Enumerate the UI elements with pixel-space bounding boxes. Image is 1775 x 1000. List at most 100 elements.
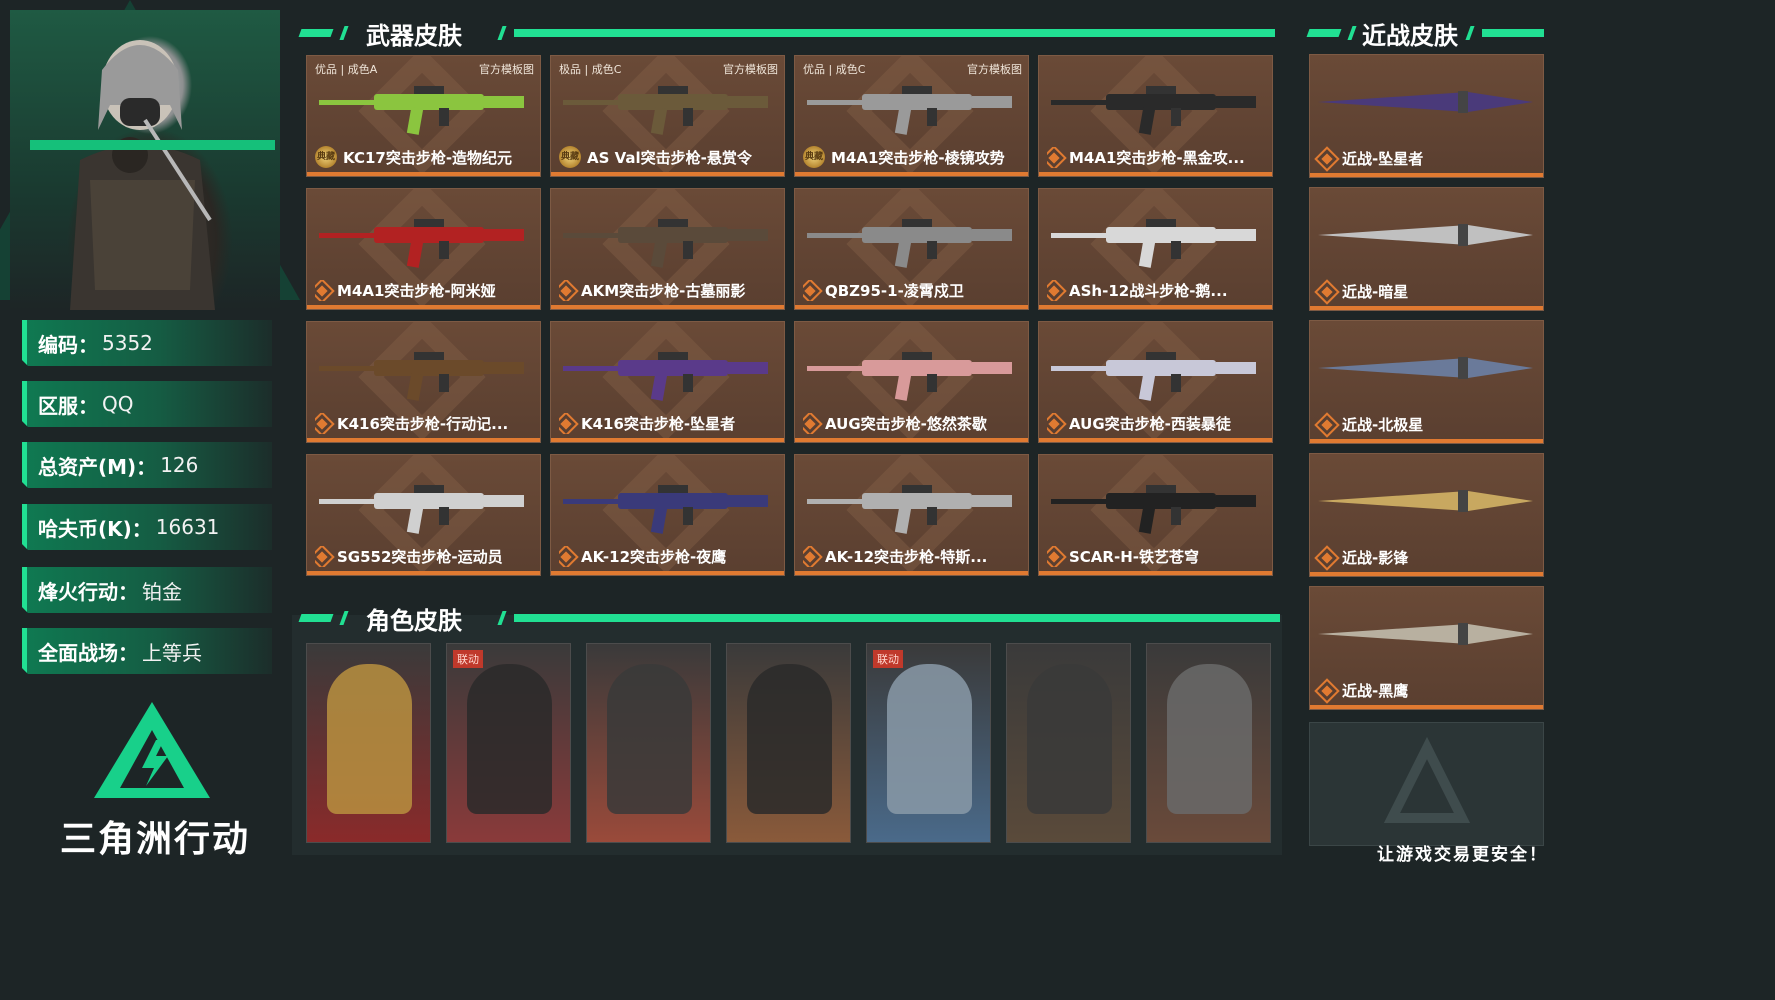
weapon-skin-label: K416突击步枪-坠星者 — [581, 415, 736, 433]
weapon-skin-card[interactable]: AUG突击步枪-悠然茶歇 — [794, 321, 1029, 443]
weapon-skin-label: M4A1突击步枪-阿米娅 — [337, 282, 496, 300]
melee-skin-label: 近战-坠星者 — [1342, 150, 1424, 168]
weapon-skin-label: KC17突击步枪-造物纪元 — [343, 148, 513, 167]
diamond-icon — [1314, 145, 1340, 172]
weapon-skin-name: QBZ95-1-凌霄戍卫 — [803, 280, 1022, 301]
character-skin-card[interactable] — [306, 643, 431, 843]
weapon-skin-card[interactable]: AKM突击步枪-古墓丽影 — [550, 188, 785, 310]
header-accent — [339, 26, 349, 40]
weapon-skin-card[interactable]: 优品 | 成色C 官方模板图 典藏 M4A1突击步枪-棱镜攻势 — [794, 55, 1029, 177]
weapon-skin-card[interactable]: ASh-12战斗步枪-鹅... — [1038, 188, 1273, 310]
weapon-skin-label: M4A1突击步枪-黑金攻... — [1069, 149, 1245, 167]
weapon-skin-card[interactable]: M4A1突击步枪-阿米娅 — [306, 188, 541, 310]
diamond-icon — [559, 413, 579, 434]
operator-figure — [747, 664, 832, 814]
diamond-icon — [1314, 677, 1340, 704]
weapon-skin-card[interactable]: SG552突击步枪-运动员 — [306, 454, 541, 576]
stat-label: 区服： — [38, 393, 98, 418]
weapon-skin-label: K416突击步枪-行动记... — [337, 415, 509, 433]
empty-slot — [1309, 722, 1544, 846]
weapon-skin-label: AS Val突击步枪-悬赏令 — [587, 148, 752, 167]
weapon-skin-name: 典藏 AS Val突击步枪-悬赏令 — [559, 146, 778, 168]
weapon-skin-card[interactable]: 优品 | 成色A 官方模板图 典藏 KC17突击步枪-造物纪元 — [306, 55, 541, 177]
operator-figure — [70, 40, 215, 310]
diamond-icon — [315, 280, 335, 301]
weapon-skin-name: AK-12突击步枪-特斯... — [803, 546, 1022, 567]
weapon-skin-label: AUG突击步枪-西装暴徒 — [1069, 415, 1231, 433]
character-skin-card[interactable]: 联动 — [866, 643, 991, 843]
weapon-skin-card[interactable]: M4A1突击步枪-黑金攻... — [1038, 55, 1273, 177]
slogan: 让游戏交易更安全！ — [1377, 845, 1548, 865]
weapon-skin-label: SCAR-H-铁艺苍穹 — [1069, 548, 1199, 566]
weapon-skin-label: QBZ95-1-凌霄戍卫 — [825, 282, 964, 300]
melee-skin-card[interactable]: 近战-影锋 — [1309, 453, 1544, 577]
stat-value: 16631 — [155, 515, 220, 539]
weapon-skin-label: AK-12突击步枪-夜鹰 — [581, 548, 727, 566]
rifle-icon — [1051, 352, 1256, 401]
delta-watermark-icon — [1383, 736, 1471, 823]
section-title: 武器皮肤 — [366, 21, 462, 50]
rifle-icon — [1051, 485, 1256, 534]
character-skin-card[interactable] — [1006, 643, 1131, 843]
melee-skin-card[interactable]: 近战-黑鹰 — [1309, 586, 1544, 710]
character-skin-card[interactable]: 联动 — [446, 643, 571, 843]
quality-tag: 优品 | 成色C — [803, 63, 866, 76]
section-title: 角色皮肤 — [366, 606, 462, 635]
quality-tag: 极品 | 成色C — [559, 63, 622, 76]
portrait-accent-bar — [30, 140, 275, 150]
header-accent — [497, 611, 507, 625]
weapon-skin-card[interactable]: 极品 | 成色C 官方模板图典藏 AS Val突击步枪-悬赏令 — [550, 55, 785, 177]
quality-tag: 优品 | 成色A — [315, 63, 378, 76]
knife-icon — [1318, 357, 1533, 379]
melee-skins-header: 近战皮肤 — [1306, 18, 1544, 50]
character-skin-card[interactable] — [1146, 643, 1271, 843]
weapon-skin-name: K416突击步枪-行动记... — [315, 413, 534, 434]
section-title: 近战皮肤 — [1362, 21, 1458, 50]
weapon-skin-card[interactable]: K416突击步枪-坠星者 — [550, 321, 785, 443]
operator-portrait — [10, 10, 280, 310]
stat-code: 编码： 5352 — [22, 320, 272, 366]
stat-value: 5352 — [102, 331, 153, 355]
weapon-skin-name: AUG突击步枪-西装暴徒 — [1047, 413, 1266, 434]
weapon-skin-name: M4A1突击步枪-黑金攻... — [1047, 147, 1266, 168]
melee-skin-name: 近战-坠星者 — [1314, 145, 1424, 172]
template-tag: 官方模板图 — [723, 63, 778, 76]
weapon-skin-name: SG552突击步枪-运动员 — [315, 546, 534, 567]
weapon-skin-card[interactable]: AK-12突击步枪-夜鹰 — [550, 454, 785, 576]
rifle-icon — [1051, 219, 1256, 268]
diamond-icon — [1047, 280, 1067, 301]
diamond-icon — [315, 546, 335, 567]
header-accent — [1347, 26, 1357, 40]
collection-badge-icon: 典藏 — [803, 146, 825, 168]
delta-force-logo-icon — [94, 702, 210, 798]
weapon-skin-card[interactable]: AK-12突击步枪-特斯... — [794, 454, 1029, 576]
character-skin-card[interactable] — [726, 643, 851, 843]
diamond-icon — [1047, 147, 1067, 168]
diamond-icon — [1314, 544, 1340, 571]
weapon-skin-name: SCAR-H-铁艺苍穹 — [1047, 546, 1266, 567]
character-skin-row: 联动 联动 — [306, 643, 1271, 843]
weapon-skin-card[interactable]: K416突击步枪-行动记... — [306, 321, 541, 443]
melee-skin-label: 近战-黑鹰 — [1342, 682, 1409, 700]
weapon-skin-label: AKM突击步枪-古墓丽影 — [581, 282, 746, 300]
diamond-icon — [1314, 411, 1340, 438]
weapon-skin-card[interactable]: QBZ95-1-凌霄戍卫 — [794, 188, 1029, 310]
stat-server: 区服： QQ — [22, 381, 272, 427]
character-skin-card[interactable] — [586, 643, 711, 843]
stat-total-assets: 总资产(M)： 126 — [22, 442, 272, 488]
weapon-skin-card[interactable]: SCAR-H-铁艺苍穹 — [1038, 454, 1273, 576]
header-accent — [1465, 26, 1475, 40]
knife-icon — [1318, 623, 1533, 645]
melee-skin-card[interactable]: 近战-坠星者 — [1309, 54, 1544, 178]
weapon-skin-name: M4A1突击步枪-阿米娅 — [315, 280, 534, 301]
melee-skin-card[interactable]: 近战-北极星 — [1309, 320, 1544, 444]
knife-icon — [1318, 91, 1533, 113]
operator-figure — [1167, 664, 1252, 814]
template-tag: 官方模板图 — [479, 63, 534, 76]
header-accent — [298, 614, 334, 622]
stat-value: 上等兵 — [142, 640, 202, 665]
melee-skin-card[interactable]: 近战-暗星 — [1309, 187, 1544, 311]
operator-figure — [1027, 664, 1112, 814]
weapon-skin-card[interactable]: AUG突击步枪-西装暴徒 — [1038, 321, 1273, 443]
melee-skin-name: 近战-北极星 — [1314, 411, 1423, 438]
